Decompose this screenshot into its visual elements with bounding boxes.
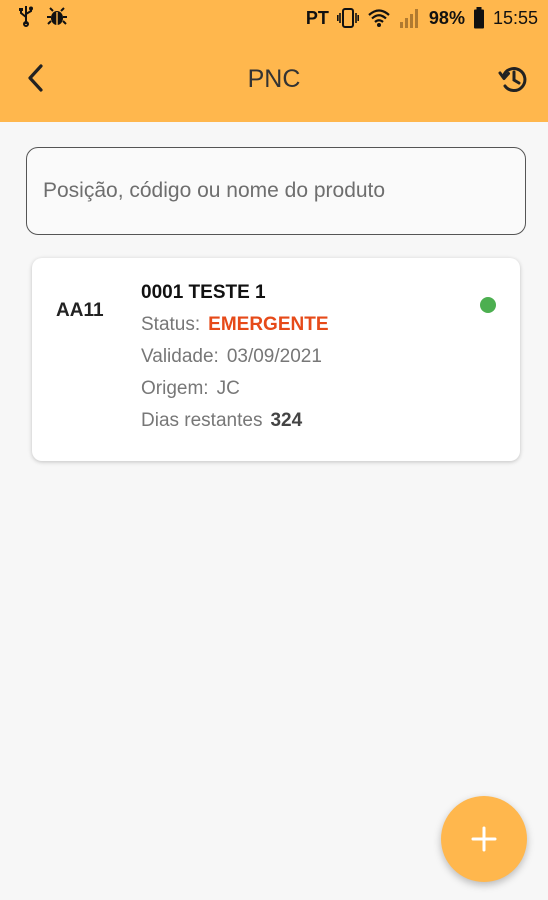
status-bar: PT 98% 15:55 bbox=[0, 0, 548, 36]
dias-value: 324 bbox=[270, 410, 303, 431]
wifi-icon bbox=[367, 8, 391, 28]
app-bar: PNC bbox=[0, 36, 548, 122]
status-indicator-dot bbox=[480, 297, 496, 313]
validade-value: 03/09/2021 bbox=[226, 346, 322, 367]
origem-label: Origem: bbox=[141, 378, 209, 399]
item-origem-row: Origem: JC bbox=[141, 378, 240, 400]
status-value: EMERGENTE bbox=[208, 314, 329, 335]
page-title: PNC bbox=[247, 64, 301, 93]
search-input[interactable] bbox=[26, 147, 526, 235]
dias-label: Dias restantes bbox=[141, 410, 263, 431]
battery-icon bbox=[473, 7, 485, 29]
plus-icon bbox=[471, 826, 497, 852]
validade-label: Validade: bbox=[141, 346, 219, 367]
list-item[interactable]: AA11 0001 TESTE 1 Status: EMERGENTE Valid… bbox=[32, 258, 520, 461]
usb-icon bbox=[18, 5, 34, 32]
origem-value: JC bbox=[216, 378, 240, 399]
bug-icon bbox=[46, 5, 68, 32]
vibrate-icon bbox=[336, 7, 359, 29]
history-icon[interactable] bbox=[498, 63, 530, 95]
status-label: Status: bbox=[141, 314, 201, 335]
carrier-label: PT bbox=[305, 7, 329, 28]
item-position: AA11 bbox=[56, 300, 104, 321]
signal-icon bbox=[399, 8, 421, 28]
add-button[interactable] bbox=[441, 796, 527, 882]
item-name: 0001 TESTE 1 bbox=[141, 282, 266, 303]
item-validade-row: Validade: 03/09/2021 bbox=[141, 346, 322, 368]
clock: 15:55 bbox=[492, 7, 538, 28]
chevron-left-icon[interactable] bbox=[22, 63, 52, 93]
item-status-row: Status: EMERGENTE bbox=[141, 314, 329, 336]
battery-percent: 98% bbox=[428, 7, 465, 28]
item-dias-row: Dias restantes 324 bbox=[141, 410, 302, 432]
